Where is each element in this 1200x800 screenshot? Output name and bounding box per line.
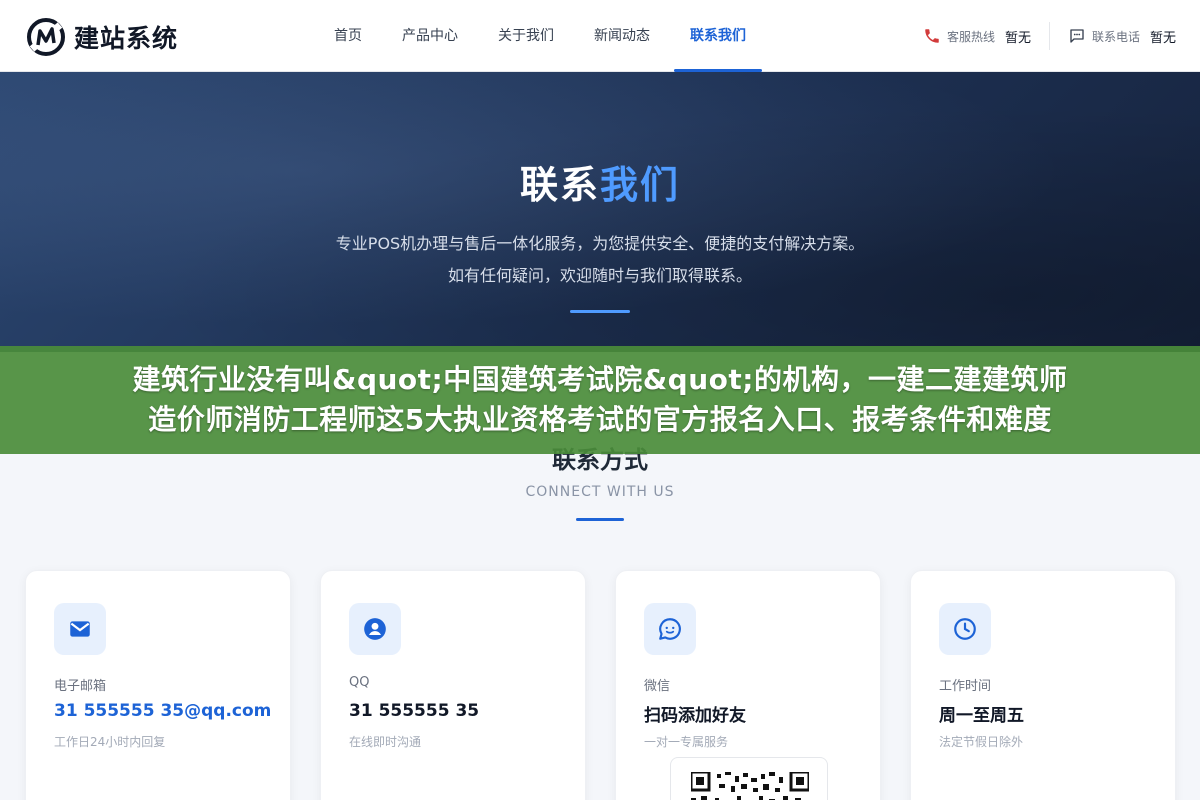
card-label: 微信 [644, 679, 671, 694]
hero-description-secondary: 如有任何疑问，欢迎随时与我们取得联系。 [447, 266, 752, 285]
hotline-phone[interactable]: 联系电话 暂无 [1068, 27, 1176, 46]
chat-icon [1070, 29, 1084, 43]
card-note: 一对一专属服务 [644, 735, 729, 749]
hero-title: 联系我们 [0, 154, 1200, 209]
nav-products[interactable]: 产品中心 [386, 0, 474, 72]
card-label: QQ [349, 675, 370, 690]
wechat-value: 扫码添加好友 [644, 706, 746, 726]
card-label: 工作时间 [939, 679, 992, 694]
hero-divider [570, 310, 630, 313]
qr-code-icon [691, 772, 809, 800]
card-icon-box [939, 603, 991, 655]
email-link[interactable]: 31 555555 35@qq.com [54, 701, 271, 721]
hero-description: 专业POS机办理与售后一体化服务，为您提供安全、便捷的支付解决方案。 [335, 234, 865, 253]
section-divider [576, 518, 624, 521]
hotline-service-label: 客服热线 [946, 29, 995, 44]
card-note: 工作日24小时内回复 [54, 735, 166, 749]
nav-about[interactable]: 关于我们 [482, 0, 570, 72]
card-note: 在线即时沟通 [349, 735, 422, 749]
main-nav: 首页 产品中心 关于我们 新闻动态 联系我们 [318, 0, 770, 72]
clock-icon [954, 618, 976, 640]
hotline-service-value: 暂无 [1004, 30, 1031, 46]
contact-card-hours: 工作时间 周一至周五 法定节假日除外 [910, 570, 1176, 800]
hotline-service[interactable]: 客服热线 暂无 [923, 27, 1031, 46]
user-icon [364, 618, 386, 640]
qr-code[interactable] [670, 757, 828, 800]
section-subtitle: CONNECT WITH US [525, 484, 675, 500]
contact-card-wechat: 微信 扫码添加好友 一对一专属服务 [615, 570, 881, 800]
card-icon-box [54, 603, 106, 655]
site-header: 建站系统 首页 产品中心 关于我们 新闻动态 联系我们 客服热线 暂无 联系电话… [0, 0, 1200, 72]
nav-home[interactable]: 首页 [318, 0, 378, 72]
logo-text: 建站系统 [74, 24, 179, 53]
nav-news[interactable]: 新闻动态 [578, 0, 666, 72]
qq-number: 31 555555 35 [349, 701, 480, 721]
hours-value: 周一至周五 [939, 706, 1024, 726]
card-label: 电子邮箱 [54, 679, 107, 694]
mail-icon [70, 621, 90, 637]
contact-card-email: 电子邮箱 31 555555 35@qq.com 工作日24小时内回复 [25, 570, 291, 800]
card-icon-box [349, 603, 401, 655]
hotline-phone-value: 暂无 [1149, 30, 1176, 46]
contact-card-qq: QQ 31 555555 35 在线即时沟通 [320, 570, 586, 800]
hotlines: 客服热线 暂无 联系电话 暂无 [923, 0, 1176, 72]
divider [1048, 22, 1050, 50]
phone-icon [925, 29, 939, 43]
wechat-icon [659, 618, 681, 640]
card-note: 法定节假日除外 [939, 735, 1024, 749]
logo[interactable]: 建站系统 [26, 17, 178, 57]
hero: 联系我们 专业POS机办理与售后一体化服务，为您提供安全、便捷的支付解决方案。 … [0, 72, 1200, 352]
hero-title-main: 联系 [519, 163, 600, 207]
nav-contact[interactable]: 联系我们 [674, 0, 762, 72]
banner-line-1: 建筑行业没有叫&quot;中国建筑考试院&quot;的机构，一建二建建筑师 [132, 363, 1068, 396]
hotline-phone-label: 联系电话 [1091, 29, 1140, 44]
hero-title-accent: 我们 [600, 163, 681, 207]
headline-banner: 建筑行业没有叫&quot;中国建筑考试院&quot;的机构，一建二建建筑师 造价… [0, 346, 1200, 454]
card-icon-box [644, 603, 696, 655]
logo-icon [27, 18, 65, 56]
banner-line-2: 造价师消防工程师这5大执业资格考试的官方报名入口、报考条件和难度 [148, 403, 1052, 436]
